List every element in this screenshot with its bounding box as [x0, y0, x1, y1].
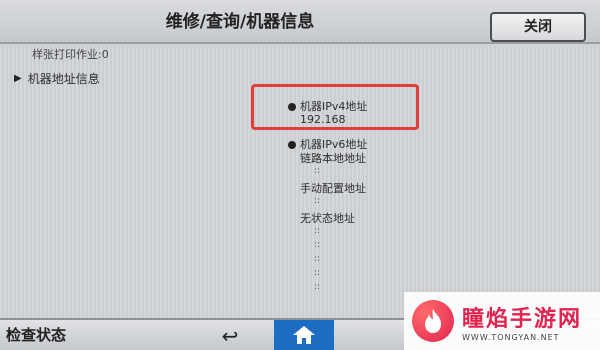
stateless-value-4: :: [314, 268, 321, 278]
home-button[interactable] [274, 320, 334, 350]
manual-config-label: 手动配置地址 [300, 182, 366, 195]
watermark-url: WWW.TONGYAN.NET [462, 332, 560, 342]
back-arrow-icon[interactable]: ↩ [210, 324, 250, 348]
watermark-title: 瞳焰手游网 [462, 306, 583, 332]
watermark-badge: 瞳焰手游网 WWW.TONGYAN.NET [404, 292, 600, 350]
home-icon [293, 326, 315, 344]
stateless-value-5: :: [314, 282, 321, 292]
check-status-button[interactable]: 检查状态 [6, 324, 66, 345]
bullet-icon [288, 141, 296, 149]
stateless-label: 无状态地址 [300, 212, 355, 225]
flame-logo-icon [412, 300, 454, 342]
close-button[interactable]: 关闭 [490, 12, 586, 42]
ipv4-value: 192.168 [300, 113, 346, 126]
page-title: 维修/查询/机器信息 [165, 12, 315, 32]
stateless-value-2: :: [314, 240, 321, 250]
prev-list-item: 样张打印作业:0 [32, 48, 109, 61]
link-local-value: :: [314, 166, 321, 176]
section-title: 机器地址信息 [27, 72, 100, 86]
link-local-label: 链路本地地址 [300, 152, 366, 165]
manual-config-value: :: [314, 196, 321, 206]
ipv4-label-row: 机器IPv4地址 [288, 98, 367, 114]
header-bar: 维修/查询/机器信息 关闭 [0, 0, 600, 44]
stateless-value-1: :: [314, 226, 321, 236]
triangle-right-icon: ▶ [14, 73, 22, 84]
ipv4-label: 机器IPv4地址 [300, 100, 368, 113]
stateless-value-3: :: [314, 254, 321, 264]
content-area[interactable]: 样张打印作业:0 ▶ 机器地址信息 机器IPv4地址 192.168 机器IPv… [0, 46, 600, 318]
bullet-icon [288, 103, 296, 111]
section-machine-address[interactable]: ▶ 机器地址信息 [14, 70, 100, 87]
